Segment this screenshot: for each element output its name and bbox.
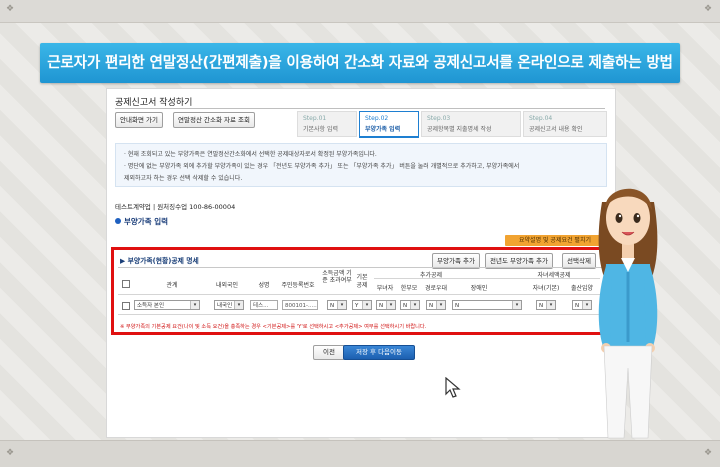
woman-select[interactable]: N ▾ (376, 300, 396, 310)
relation-select[interactable]: 소득자 본인 ▾ (134, 300, 200, 310)
single-parent-value: N (403, 303, 408, 309)
income-value: N (330, 303, 335, 309)
step-label: 공제신고서 내용 확인 (529, 126, 583, 133)
top-frame (0, 0, 720, 23)
step-number: Step.02 (365, 115, 389, 122)
header-bottom-border (118, 294, 604, 295)
select-all-checkbox[interactable] (122, 280, 130, 288)
name-field[interactable]: 테스... (250, 300, 278, 310)
info-line: 제외하고자 하는 경우 선택 삭제할 수 있습니다. (124, 175, 243, 182)
guide-character-icon (598, 188, 658, 439)
form-panel: 공제신고서 작성하기 안내화면 가기 연말정산 간소화 자료 조회 Step.0… (106, 88, 616, 438)
single-parent-select[interactable]: N ▾ (400, 300, 420, 310)
prev-button[interactable]: 이전 (313, 345, 345, 360)
mouse-cursor-icon (445, 377, 461, 398)
birth-value: N (575, 303, 580, 309)
page-title: 공제신고서 작성하기 (115, 98, 193, 108)
income-select[interactable]: N ▾ (327, 300, 347, 310)
header-nationality: 내외국인 (215, 282, 239, 289)
woman-value: N (379, 303, 384, 309)
senior-select[interactable]: N ▾ (426, 300, 446, 310)
header-basic: 기본 공제 (356, 274, 368, 289)
header-woman: 부녀자 (376, 285, 394, 292)
step-1[interactable]: Step.01 기본사항 입력 (297, 111, 357, 137)
relation-value: 소득자 본인 (137, 303, 165, 309)
header-senior: 경로우대 (424, 285, 448, 292)
step-number: Step.03 (427, 115, 451, 122)
row-checkbox[interactable] (122, 302, 130, 310)
child-basic-value: N (539, 303, 544, 309)
corner-ornament-icon: ❖ (704, 4, 713, 14)
header-single-parent: 한부모 (400, 285, 418, 292)
corner-ornament-icon: ❖ (704, 448, 713, 458)
table-top-border (118, 267, 604, 268)
disabled-select[interactable]: N ▾ (452, 300, 522, 310)
rrn-field[interactable]: 800101-...... (282, 300, 318, 310)
chevron-down-icon: ▾ (546, 301, 555, 309)
chevron-down-icon: ▾ (337, 301, 346, 309)
corner-ornament-icon: ❖ (6, 448, 15, 458)
title-divider (115, 108, 605, 109)
chevron-down-icon: ▾ (410, 301, 419, 309)
bullet-icon (115, 218, 121, 224)
info-box: · 현재 조회되고 있는 부양가족은 연말정산간소화에서 선택한 공제대상자로서… (115, 143, 607, 187)
step-2[interactable]: Step.02 부양가족 입력 (359, 111, 419, 138)
nationality-select[interactable]: 내국인 ▾ (214, 300, 244, 310)
step-label: 기본사항 입력 (303, 126, 339, 133)
senior-value: N (429, 303, 434, 309)
chevron-down-icon: ▾ (190, 301, 199, 309)
step-label: 부양가족 입력 (365, 126, 401, 133)
taxpayer-line: 테스트계약업 | 원처징수업 100-86-00004 (115, 203, 236, 211)
header-split-line (374, 278, 600, 279)
nationality-value: 내국인 (217, 303, 233, 309)
section-title-text: 부양가족 입력 (124, 217, 169, 226)
step-4[interactable]: Step.04 공제신고서 내용 확인 (523, 111, 607, 137)
info-line: · 명단에 없는 부양가족 외에 추가할 부양가족이 있는 경우 「전년도 부양… (124, 163, 520, 170)
header-relation: 관계 (166, 282, 178, 289)
lookup-button[interactable]: 연말정산 간소화 자료 조회 (173, 112, 255, 128)
header-name: 성명 (258, 282, 270, 289)
dependents-table-highlight: ▶ 부양가족(현황)공제 명세 부양가족 추가 전년도 부양가족 추가 선택삭제… (111, 247, 611, 335)
basic-select[interactable]: Y ▾ (352, 300, 372, 310)
corner-ornament-icon: ❖ (6, 4, 15, 14)
row-bottom-border (118, 314, 604, 315)
step-3[interactable]: Step.03 공제항목별 지출명세 작성 (421, 111, 521, 137)
step-number: Step.04 (529, 115, 553, 122)
dependents-title-text: 부양가족(현황)공제 명세 (127, 257, 199, 265)
step-number: Step.01 (303, 115, 327, 122)
header-rrn: 주민등록번호 (281, 282, 315, 289)
disabled-value: N (455, 303, 460, 309)
chevron-down-icon: ▾ (512, 301, 521, 309)
chevron-down-icon: ▾ (386, 301, 395, 309)
header-disabled: 장애인 (470, 285, 488, 292)
dependents-table-title: ▶ 부양가족(현황)공제 명세 (120, 257, 199, 265)
section-title: 부양가족 입력 (115, 216, 168, 227)
chevron-down-icon: ▾ (234, 301, 243, 309)
dependents-note: ※ 부양가족의 기본공제 요건(나이 및 소득 요건)을 충족하는 경우 <기본… (120, 324, 427, 330)
title-banner: 근로자가 편리한 연말정산(간편제출)을 이용하여 간소화 자료와 공제신고서를… (40, 43, 680, 83)
basic-value: Y (355, 303, 359, 309)
header-income: 소득금액 기준 초과여부 (322, 270, 352, 284)
child-basic-select[interactable]: N ▾ (536, 300, 556, 310)
banner-title: 근로자가 편리한 연말정산(간편제출)을 이용하여 간소화 자료와 공제신고서를… (47, 54, 673, 71)
info-line: · 현재 조회되고 있는 부양가족은 연말정산간소화에서 선택한 공제대상자로서… (124, 151, 377, 158)
chevron-down-icon: ▾ (362, 301, 371, 309)
step-label: 공제항목별 지출명세 작성 (427, 126, 492, 133)
header-child-basic: 자녀(기본) (532, 285, 560, 292)
chevron-down-icon: ▾ (436, 301, 445, 309)
guide-button[interactable]: 안내화면 가기 (115, 112, 163, 128)
save-next-button[interactable]: 저장 후 다음이동 (343, 345, 415, 360)
